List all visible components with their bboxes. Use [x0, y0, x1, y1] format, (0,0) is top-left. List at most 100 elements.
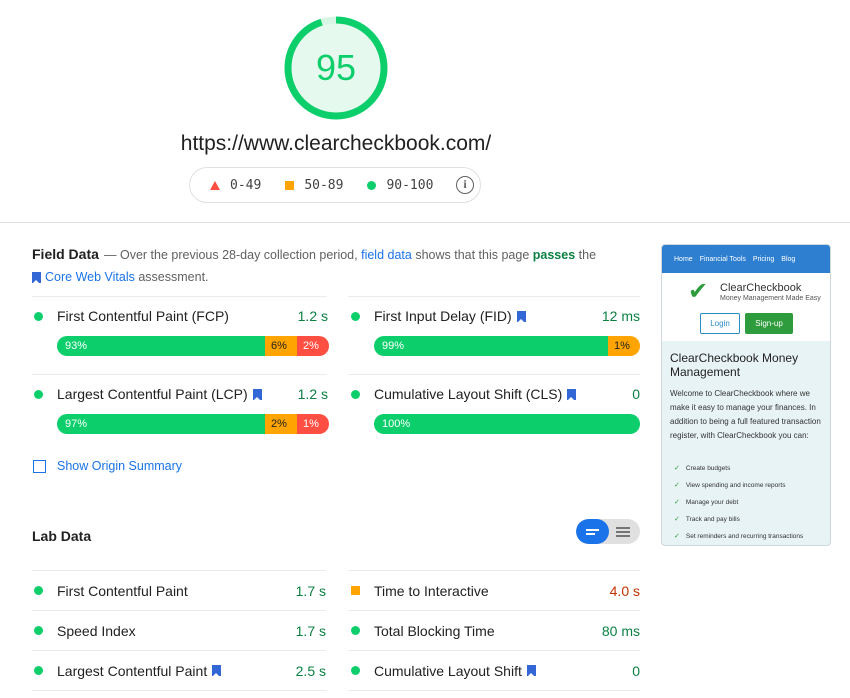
- legend-poor-label: 0-49: [230, 177, 262, 193]
- lab-metric-tbt: Total Blocking Time 80 ms: [348, 610, 640, 650]
- bookmark-icon: [526, 665, 536, 677]
- legend-poor: 0-49: [210, 178, 261, 193]
- metric-value: 0: [632, 386, 640, 402]
- desc-end: assessment.: [138, 270, 209, 284]
- thumb-paragraph: Welcome to ClearCheckbook where we make …: [670, 389, 821, 440]
- report-url: https://www.clearcheckbook.com/: [180, 132, 492, 155]
- triangle-icon: [210, 180, 220, 190]
- good-dot-icon: [351, 311, 360, 321]
- check-icon: ✓: [674, 465, 680, 472]
- list-item: ✓ Track and pay bills: [674, 514, 803, 531]
- bar-good: 99%: [374, 336, 608, 356]
- good-dot-icon: [34, 389, 43, 399]
- metric-name: Largest Contentful Paint (LCP): [57, 386, 266, 402]
- distribution-bar: 99% 1%: [374, 336, 640, 356]
- thumb-brand: ClearCheckbook: [720, 282, 802, 294]
- bar-average: 1%: [608, 336, 640, 356]
- info-icon[interactable]: i: [456, 176, 474, 194]
- show-origin-summary-toggle[interactable]: Show Origin Summary: [33, 459, 182, 473]
- good-dot-icon: [351, 626, 360, 635]
- field-data-title: Field Data: [32, 246, 99, 262]
- score-legend: 0-49 50-89 90-100 i: [189, 167, 481, 203]
- metric-value: 1.7 s: [295, 582, 326, 599]
- metric-name: Speed Index: [57, 622, 136, 639]
- legend-good-label: 90-100: [386, 177, 434, 193]
- list-view-button[interactable]: [576, 519, 609, 544]
- field-metric-cls: Cumulative Layout Shift (CLS) 0 100%: [351, 384, 640, 434]
- thumb-navbar: Home Financial Tools Pricing Blog: [662, 245, 830, 273]
- lab-metric-cls: Cumulative Layout Shift 0: [348, 650, 640, 690]
- metric-name: Largest Contentful Paint: [57, 663, 225, 679]
- metric-value: 4.0 s: [609, 582, 640, 599]
- bar-good: 100%: [374, 414, 640, 434]
- core-web-vitals-link[interactable]: Core Web Vitals: [45, 270, 135, 284]
- legend-average-label: 50-89: [304, 177, 344, 193]
- metric-value: 1.2 s: [297, 308, 328, 324]
- metric-value: 0: [632, 662, 640, 679]
- desc-the: the: [578, 248, 597, 262]
- thumb-nav-item: Home: [674, 255, 693, 263]
- list-item: ✓ View spending and income reports: [674, 480, 803, 497]
- divider: [32, 296, 327, 297]
- thumb-signup-button: Sign-up: [745, 313, 793, 334]
- bar-good: 93%: [57, 336, 265, 356]
- field-data-description-2: Core Web Vitals assessment.: [32, 270, 209, 284]
- good-dot-icon: [351, 389, 360, 399]
- field-metric-fcp: First Contentful Paint (FCP) 1.2 s 93% 6%…: [34, 306, 329, 356]
- field-metric-fid: First Input Delay (FID) 12 ms 99% 1%: [351, 306, 640, 356]
- lab-metric-tti: Time to Interactive 4.0 s: [348, 570, 640, 610]
- bookmark-icon: [516, 310, 526, 323]
- thumb-feature-list: ✓ Create budgets ✓ View spending and incom…: [674, 463, 803, 545]
- distribution-bar: 100%: [374, 414, 640, 434]
- legend-average: 50-89: [285, 178, 343, 193]
- thumb-heading: ClearCheckbook Money Management: [670, 351, 799, 379]
- metric-value: 12 ms: [601, 308, 640, 324]
- bookmark-icon: [32, 271, 41, 284]
- metric-name: First Input Delay (FID): [374, 308, 530, 324]
- checkbox-icon[interactable]: [33, 459, 46, 473]
- good-dot-icon: [34, 666, 43, 675]
- good-dot-icon: [34, 626, 43, 635]
- divider: [348, 690, 640, 691]
- bookmark-icon: [212, 665, 222, 677]
- square-icon: [285, 180, 295, 190]
- metric-value: 80 ms: [601, 622, 640, 639]
- metric-name: Time to Interactive: [374, 582, 489, 599]
- thumb-tagline: Money Management Made Easy: [720, 295, 821, 302]
- metric-name: Cumulative Layout Shift (CLS): [374, 386, 580, 402]
- pass-label: passes: [532, 248, 576, 262]
- performance-score: 95: [315, 47, 357, 88]
- bookmark-icon: [252, 388, 262, 401]
- field-data-link[interactable]: field data: [361, 248, 412, 262]
- thumb-nav-item: Pricing: [752, 255, 775, 263]
- distribution-bar: 97% 2% 1%: [57, 414, 329, 434]
- good-dot-icon: [34, 311, 43, 321]
- list-item: ✓ Manage your debt: [674, 497, 803, 514]
- divider: [32, 374, 327, 375]
- performance-score-gauge: 95: [284, 16, 388, 120]
- average-square-icon: [351, 586, 360, 595]
- desc-mid: shows that this page: [415, 248, 530, 262]
- field-metric-lcp: Largest Contentful Paint (LCP) 1.2 s 97% …: [34, 384, 329, 434]
- check-icon: ✓: [674, 482, 680, 489]
- list-item: ✓ Create budgets: [674, 463, 803, 480]
- origin-summary-label: Show Origin Summary: [57, 459, 183, 473]
- check-icon: ✓: [674, 533, 680, 540]
- metric-name: First Contentful Paint (FCP): [57, 308, 229, 324]
- good-dot-icon: [351, 666, 360, 675]
- metric-name: Cumulative Layout Shift: [374, 663, 540, 679]
- list-item: ✓ Set reminders and recurring transaction…: [674, 531, 803, 545]
- bar-good: 97%: [57, 414, 265, 434]
- lab-data-title: Lab Data: [32, 528, 92, 544]
- divider: [32, 690, 327, 691]
- metric-value: 1.2 s: [297, 386, 328, 402]
- check-icon: ✓: [674, 516, 680, 523]
- section-divider: [0, 222, 850, 223]
- legend-good: 90-100: [367, 178, 433, 193]
- bookmark-icon: [567, 388, 577, 401]
- metric-name: Total Blocking Time: [374, 622, 495, 639]
- view-toggle[interactable]: [576, 519, 640, 544]
- metric-value: 1.7 s: [295, 622, 326, 639]
- checkmark-logo-icon: ✔: [688, 278, 709, 305]
- divider: [348, 296, 640, 297]
